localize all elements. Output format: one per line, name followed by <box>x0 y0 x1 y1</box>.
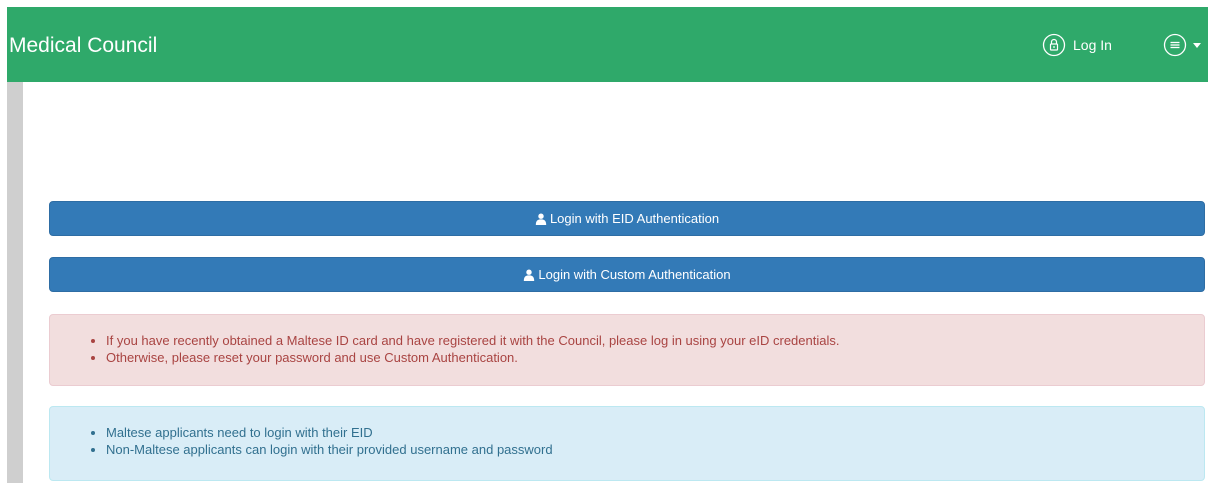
notice-item: If you have recently obtained a Maltese … <box>106 332 1204 349</box>
notice-list: If you have recently obtained a Maltese … <box>50 332 1204 366</box>
menu-toggle[interactable] <box>1163 32 1201 58</box>
menu-circle-icon <box>1163 33 1187 57</box>
info-list: Maltese applicants need to login with th… <box>50 424 1204 458</box>
user-icon <box>524 269 535 281</box>
login-custom-button[interactable]: Login with Custom Authentication <box>49 257 1205 292</box>
notice-item: Otherwise, please reset your password an… <box>106 349 1204 366</box>
left-gutter-bar <box>7 82 23 483</box>
brand-link[interactable]: Medical Council <box>9 7 157 82</box>
page: Medical Council Log In Login with EID Au… <box>0 0 1208 483</box>
caret-down-icon <box>1193 42 1201 48</box>
login-link[interactable]: Log In <box>1042 32 1112 58</box>
login-eid-button[interactable]: Login with EID Authentication <box>49 201 1205 236</box>
eid-notice-alert: If you have recently obtained a Maltese … <box>49 314 1205 386</box>
lock-circle-icon <box>1042 33 1066 57</box>
top-navbar: Medical Council Log In <box>7 7 1208 82</box>
info-item: Non-Maltese applicants can login with th… <box>106 441 1204 458</box>
login-custom-label: Login with Custom Authentication <box>538 267 731 282</box>
info-item: Maltese applicants need to login with th… <box>106 424 1204 441</box>
user-icon <box>535 213 547 225</box>
login-eid-label: Login with EID Authentication <box>549 211 720 226</box>
login-label: Log In <box>1073 37 1112 53</box>
applicant-info-alert: Maltese applicants need to login with th… <box>49 406 1205 481</box>
